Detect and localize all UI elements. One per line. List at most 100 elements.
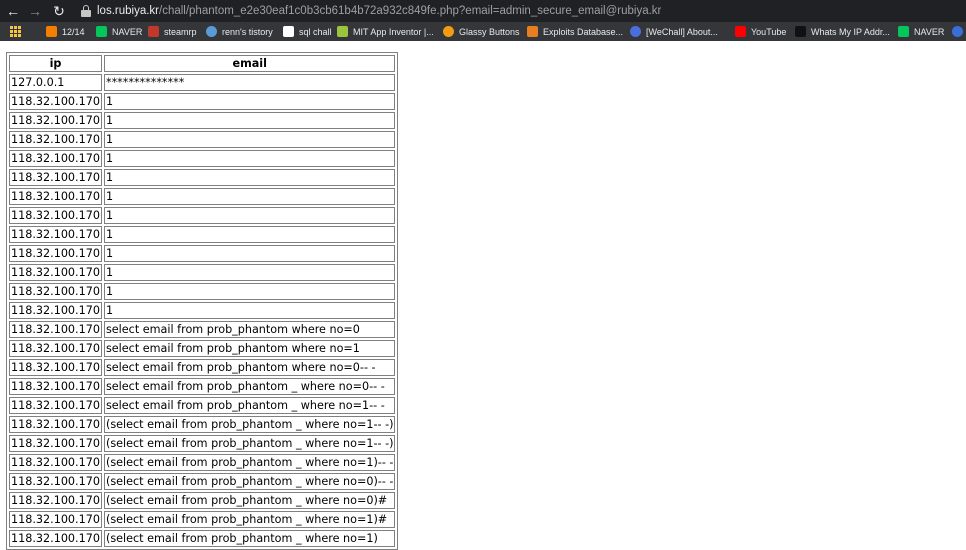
ip-cell: 118.32.100.170 [9,207,102,224]
ip-cell: 118.32.100.170 [9,264,102,281]
email-cell: (select email from prob_phantom _ where … [103,511,396,528]
ip-cell: 118.32.100.170 [9,435,102,452]
email-cell: 1 [103,226,396,243]
ip-cell: 118.32.100.170 [9,112,102,129]
bookmark-label: Exploits Database... [543,26,624,37]
ip-cell: 118.32.100.170 [9,340,102,357]
bookmark-label: steamrp [164,26,197,37]
bookmark-label: Whats My IP Addr... [811,26,890,37]
table-row: 118.32.100.170 (select email from prob_ph… [9,435,396,452]
bookmark-item[interactable] [952,22,966,41]
email-cell: 1 [103,302,396,319]
ip-cell: 118.32.100.170 [9,226,102,243]
table-row: 118.32.100.170 1 [9,226,396,243]
ip-cell: 118.32.100.170 [9,378,102,395]
exploitdb-icon [527,26,538,37]
bookmark-label: YouTube [751,26,787,37]
bookmark-item[interactable]: [WeChall] About... [630,22,718,41]
table-row: 118.32.100.170 select email from prob_pha… [9,397,396,414]
bookmark-label: renn's tistory [222,26,273,37]
whatsmyip-icon [795,26,806,37]
bookmark-item[interactable]: MIT App Inventor |... [337,22,434,41]
table-row: 118.32.100.170 1 [9,131,396,148]
bookmark-item[interactable]: NAVER [96,22,142,41]
ip-cell: 118.32.100.170 [9,492,102,509]
bookmark-item[interactable]: 12/14 [46,22,85,41]
email-cell: (select email from prob_phantom _ where … [103,454,396,471]
bookmark-item[interactable]: NAVER [898,22,944,41]
email-cell: 1 [103,150,396,167]
table-row: 118.32.100.170 (select email from prob_ph… [9,530,396,547]
table-row: 118.32.100.170 1 [9,93,396,110]
ip-cell: 127.0.0.1 [9,74,102,91]
appinventor-icon [337,26,348,37]
email-cell: 1 [103,245,396,262]
email-cell: ************** [103,74,396,91]
forward-arrow-icon[interactable]: → [26,2,44,20]
ip-column-header: ip [9,55,102,72]
blogger-icon [46,26,57,37]
bookmark-item[interactable]: steamrp [148,22,197,41]
naver-icon [898,26,909,37]
email-cell: 1 [103,188,396,205]
table-row: 118.32.100.170 1 [9,169,396,186]
ip-cell: 118.32.100.170 [9,511,102,528]
email-cell: select email from prob_phantom _ where n… [103,378,396,395]
table-row: 118.32.100.170 (select email from prob_ph… [9,492,396,509]
ip-cell: 118.32.100.170 [9,245,102,262]
table-header-row: ip email [9,55,396,72]
bookmark-label: NAVER [914,26,945,37]
bookmark-item[interactable]: Glassy Buttons [443,22,520,41]
email-cell: (select email from prob_phantom _ where … [103,416,396,433]
steamrp-icon [148,26,159,37]
z-icon [283,26,294,37]
ip-cell: 118.32.100.170 [9,416,102,433]
email-cell: (select email from prob_phantom _ where … [103,492,396,509]
bookmark-label: MIT App Inventor |... [353,26,434,37]
wordpress-icon [952,26,963,37]
table-row: 118.32.100.170 (select email from prob_ph… [9,511,396,528]
table-row: 118.32.100.170 select email from prob_pha… [9,378,396,395]
apps-icon [10,26,21,37]
lock-icon[interactable] [81,5,91,17]
bookmark-item[interactable]: Whats My IP Addr... [795,22,890,41]
reload-icon[interactable]: ↻ [50,2,68,20]
table-row: 127.0.0.1 ************** [9,74,396,91]
back-arrow-icon[interactable]: ← [4,2,22,20]
email-cell: (select email from prob_phantom _ where … [103,473,396,490]
address-bar[interactable]: los.rubiya.kr/chall/phantom_e2e30eaf1c0b… [97,3,661,19]
ip-cell: 118.32.100.170 [9,454,102,471]
bookmark-item[interactable]: YouTube [735,22,786,41]
ip-cell: 118.32.100.170 [9,283,102,300]
browser-toolbar: ← → ↻ los.rubiya.kr/chall/phantom_e2e30e… [0,0,966,22]
bookmark-item[interactable]: Exploits Database... [527,22,623,41]
table-row: 118.32.100.170 1 [9,283,396,300]
glassy-icon [443,26,454,37]
table-row: 118.32.100.170 (select email from prob_ph… [9,473,396,490]
email-cell: (select email from prob_phantom _ where … [103,435,396,452]
table-row: 118.32.100.170 (select email from prob_ph… [9,416,396,433]
bookmark-label: NAVER [112,26,143,37]
email-cell: select email from prob_phantom where no=… [103,359,396,376]
bookmark-item[interactable]: sql chall [283,22,332,41]
ip-cell: 118.32.100.170 [9,169,102,186]
url-path: /chall/phantom_e2e30eaf1c0b3cb61b4b72a93… [159,5,662,17]
ip-cell: 118.32.100.170 [9,93,102,110]
bookmark-item[interactable]: renn's tistory [206,22,273,41]
ip-cell: 118.32.100.170 [9,397,102,414]
email-cell: (select email from prob_phantom _ where … [103,530,396,547]
tistory-icon [206,26,217,37]
email-cell: 1 [103,283,396,300]
table-row: 118.32.100.170 1 [9,112,396,129]
email-cell: select email from prob_phantom _ where n… [103,397,396,414]
table-row: 118.32.100.170 1 [9,245,396,262]
bookmark-label: sql chall [299,26,332,37]
naver-icon [96,26,107,37]
ip-cell: 118.32.100.170 [9,150,102,167]
table-row: 118.32.100.170 (select email from prob_ph… [9,454,396,471]
email-cell: 1 [103,93,396,110]
bookmark-item[interactable] [10,22,26,41]
email-cell: select email from prob_phantom where no=… [103,321,396,338]
email-cell: 1 [103,169,396,186]
email-cell: 1 [103,112,396,129]
